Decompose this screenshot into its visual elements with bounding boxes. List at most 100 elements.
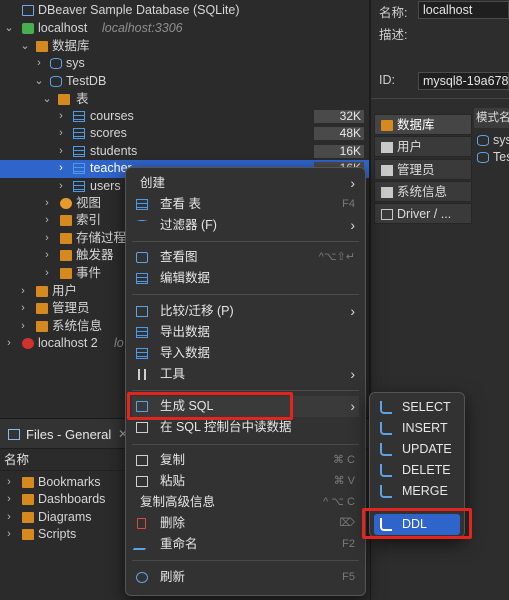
table-icon [73,163,85,174]
submenu-item-insert[interactable]: INSERT [374,418,460,439]
menu-item-paste[interactable]: 粘贴 ⌘ V [132,471,359,492]
tree-row-table[interactable]: › scores 48K [0,125,369,143]
description-field-label: 描述: [379,28,408,42]
indexes-label: 索引 [76,213,102,227]
sysinfo-tab-icon [381,187,393,198]
tree-row-testdb[interactable]: ⌄ TestDB [0,73,369,91]
connection-host: lo [114,336,124,350]
export-icon [136,327,148,338]
tab-sysinfo[interactable]: 系统信息 [374,181,472,202]
collapse-arrow-icon[interactable]: › [56,108,66,126]
tree-row-table[interactable]: › students 16K [0,143,369,161]
collapse-arrow-icon[interactable]: › [42,247,52,265]
submenu-item-select[interactable]: SELECT [374,397,460,418]
tab-admins[interactable]: 管理员 [374,159,472,180]
collapse-arrow-icon[interactable]: › [42,265,52,283]
tree-row-table[interactable]: › courses 32K [0,108,369,126]
schema-row[interactable]: TestDB [477,149,509,165]
files-item-label: Diagrams [38,510,92,524]
name-field-label: 名称: [379,6,408,20]
menu-item-label: 复制高级信息 [140,495,216,509]
tab-driver[interactable]: Driver / ... [374,203,472,224]
menu-item-create[interactable]: 创建 › [132,173,359,194]
schema-column-header[interactable]: 模式名称 [474,108,509,128]
submenu-arrow-icon: › [350,366,355,382]
tree-row-sys[interactable]: › sys [0,55,369,73]
menu-item-label: 比较/迁移 (P) [160,304,234,318]
tab-databases[interactable]: 数据库 [374,114,472,135]
collapse-arrow-icon[interactable]: › [42,195,52,213]
folder-icon [36,41,48,52]
expand-arrow-icon[interactable]: ⌄ [4,20,14,38]
trash-icon [137,518,146,529]
collapse-arrow-icon[interactable]: › [18,283,28,301]
id-field[interactable]: mysql8-19a678t [418,72,509,90]
tab-label: Driver / ... [397,207,452,221]
menu-item-compare[interactable]: 比较/迁移 (P) › [132,301,359,322]
collapse-arrow-icon[interactable]: › [18,318,28,336]
folder-icon [22,529,34,540]
filter-icon [136,220,148,231]
menu-separator [132,390,359,391]
console-icon [136,422,148,433]
table-icon [73,181,85,192]
tab-label: 用户 [397,140,423,154]
submenu-item-delete[interactable]: DELETE [374,460,460,481]
connection-host: localhost:3306 [102,21,183,35]
sql-statement-icon [380,422,392,435]
submenu-arrow-icon: › [350,217,355,233]
menu-item-edit-data[interactable]: 编辑数据 [132,268,359,289]
menu-item-export[interactable]: 导出数据 [132,322,359,343]
menu-item-label: 导入数据 [160,346,211,360]
menu-item-refresh[interactable]: 刷新 F5 [132,567,359,588]
menu-item-import[interactable]: 导入数据 [132,343,359,364]
menu-item-copy-advanced[interactable]: 复制高级信息 ^ ⌥ C [132,492,359,513]
tree-row-databases[interactable]: ⌄ 数据库 [0,38,369,56]
collapse-arrow-icon[interactable]: › [34,55,44,73]
tree-row-localhost[interactable]: ⌄ localhost localhost:3306 [0,20,369,38]
table-size-bar: 48K [314,126,364,140]
collapse-arrow-icon[interactable]: › [42,230,52,248]
tree-row-tables[interactable]: ⌄ 表 [0,91,369,109]
collapse-arrow-icon[interactable]: › [18,300,28,318]
tree-row-sample-db[interactable]: DBeaver Sample Database (SQLite) [0,2,369,20]
submenu-item-update[interactable]: UPDATE [374,439,460,460]
sysinfo-folder-icon [36,321,48,332]
expand-arrow-icon[interactable]: ⌄ [34,73,44,91]
submenu-item-merge[interactable]: MERGE [374,481,460,502]
menu-item-delete[interactable]: 删除 ⌦ [132,513,359,534]
menu-item-view-diagram[interactable]: 查看图 ^⌥⇧↵ [132,247,359,268]
table-size-bar: 32K [314,109,364,123]
expand-arrow-icon[interactable]: ⌄ [20,38,30,56]
sql-statement-icon [380,464,392,477]
collapse-arrow-icon[interactable]: › [56,125,66,143]
tab-users[interactable]: 用户 [374,136,472,157]
databases-tab-icon [381,120,393,131]
folder-icon [60,268,72,279]
menu-item-read-in-console[interactable]: 在 SQL 控制台中读数据 [132,417,359,438]
shortcut-label: F5 [342,571,355,583]
collapse-arrow-icon[interactable]: › [42,212,52,230]
collapse-arrow-icon[interactable]: › [4,491,14,509]
menu-item-rename[interactable]: 重命名 F2 [132,534,359,555]
collapse-arrow-icon[interactable]: › [4,335,14,353]
submenu-item-label: DELETE [402,463,451,477]
tab-label: 系统信息 [397,185,448,199]
menu-item-label: 删除 [160,516,186,530]
menu-item-filter[interactable]: 过滤器 (F) › [132,215,359,236]
collapse-arrow-icon[interactable]: › [4,474,14,492]
menu-item-view-table[interactable]: 查看 表 F4 [132,194,359,215]
submenu-item-label: INSERT [402,421,448,435]
expand-arrow-icon[interactable]: ⌄ [42,91,52,109]
collapse-arrow-icon[interactable]: › [56,160,66,178]
folder-icon [60,233,72,244]
menu-item-copy[interactable]: 复制 ⌘ C [132,450,359,471]
submenu-item-label: UPDATE [402,442,452,456]
name-field[interactable]: localhost [418,1,509,19]
collapse-arrow-icon[interactable]: › [56,143,66,161]
collapse-arrow-icon[interactable]: › [56,178,66,196]
menu-item-tools[interactable]: 工具 › [132,364,359,385]
schema-row[interactable]: sys [477,132,509,148]
collapse-arrow-icon[interactable]: › [4,526,14,544]
collapse-arrow-icon[interactable]: › [4,509,14,527]
